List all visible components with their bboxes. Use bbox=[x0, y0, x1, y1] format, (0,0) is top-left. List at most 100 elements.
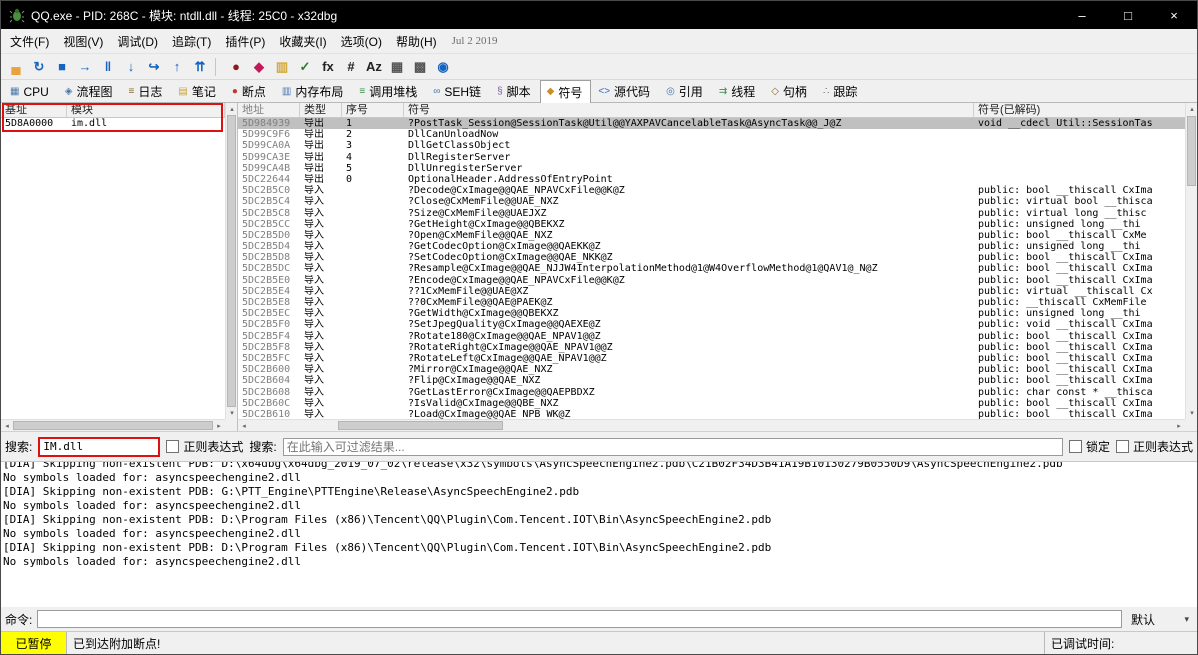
table-row[interactable]: 5D99CA4B 导出 5 DllUnregisterServer bbox=[238, 163, 1185, 174]
restart-button[interactable]: ↻ bbox=[28, 56, 50, 78]
table-row[interactable]: 5DC2B5E8 导入 ??0CxMemFile@@QAE@PAEK@Z pub… bbox=[238, 297, 1185, 308]
column-header-ordinal[interactable]: 序号 bbox=[342, 103, 404, 117]
memory-map-button[interactable]: ▩ bbox=[409, 56, 431, 78]
table-row[interactable]: 5DC2B600 导入 ?Mirror@CxImage@@QAE_NXZ pub… bbox=[238, 364, 1185, 375]
tab-source[interactable]: <> 源代码 bbox=[591, 80, 659, 102]
command-profile-select[interactable]: 默认 ▾ bbox=[1127, 610, 1193, 628]
table-row[interactable]: 5DC2B5C8 导入 ?Size@CxMemFile@@UAEJXZ publ… bbox=[238, 208, 1185, 219]
table-row[interactable]: 5DC2B5C0 导入 ?Decode@CxImage@@QAE_NPAVCxF… bbox=[238, 185, 1185, 196]
scroll-left-icon[interactable]: ◂ bbox=[238, 420, 250, 431]
tab-graph[interactable]: ◈ 流程图 bbox=[58, 80, 122, 102]
scroll-down-icon[interactable]: ▾ bbox=[1186, 407, 1197, 419]
table-row[interactable]: 5DC2B5CC 导入 ?GetHeight@CxImage@@QBEKXZ p… bbox=[238, 219, 1185, 230]
table-row[interactable]: 5DC2B5DC 导入 ?Resample@CxImage@@QAE_NJJW4… bbox=[238, 263, 1185, 274]
table-row[interactable]: 5DC2B5F8 导入 ?RotateRight@CxImage@@QAE_NP… bbox=[238, 342, 1185, 353]
table-row[interactable]: 5DC2B604 导入 ?Flip@CxImage@@QAE_NXZ publi… bbox=[238, 375, 1185, 386]
scroll-up-icon[interactable]: ▴ bbox=[226, 103, 238, 115]
table-row[interactable]: 5DC2B5D4 导入 ?GetCodecOption@CxImage@@QAE… bbox=[238, 241, 1185, 252]
scroll-up-icon[interactable]: ▴ bbox=[1186, 103, 1197, 115]
preferences-appearance-button[interactable]: Az bbox=[363, 56, 385, 78]
minimize-button[interactable]: – bbox=[1059, 1, 1105, 29]
table-row[interactable]: 5DC2B5F4 导入 ?Rotate180@CxImage@@QAE_NPAV… bbox=[238, 331, 1185, 342]
open-file-button[interactable]: ▄ bbox=[5, 56, 27, 78]
maximize-button[interactable]: □ bbox=[1105, 1, 1151, 29]
menu-item[interactable]: 视图(V) bbox=[56, 30, 110, 53]
expression-function-button[interactable]: fx bbox=[317, 56, 339, 78]
column-header-address[interactable]: 地址 bbox=[238, 103, 300, 117]
pause-button[interactable]: ‖ bbox=[97, 56, 119, 78]
favourites-button[interactable]: ✓ bbox=[294, 56, 316, 78]
scroll-left-icon[interactable]: ◂ bbox=[1, 420, 13, 431]
step-into-button[interactable]: ↓ bbox=[120, 56, 142, 78]
modules-vertical-scrollbar[interactable]: ▴ ▾ bbox=[225, 103, 237, 419]
tab-cpu[interactable]: ▦ CPU bbox=[3, 80, 58, 102]
about-button[interactable]: ◉ bbox=[432, 56, 454, 78]
table-row[interactable]: 5DC2B5E4 导入 ??1CxMemFile@@UAE@XZ public:… bbox=[238, 286, 1185, 297]
comments-button[interactable]: ▥ bbox=[271, 56, 293, 78]
patches-button[interactable]: ◆ bbox=[248, 56, 270, 78]
table-row[interactable]: 5DC2B610 导入 ?Load@CxImage@@QAE_NPB_WK@Z … bbox=[238, 409, 1185, 419]
calculator-button[interactable]: ▦ bbox=[386, 56, 408, 78]
module-search-input[interactable] bbox=[40, 439, 158, 455]
lock-checkbox[interactable] bbox=[1069, 440, 1082, 453]
execute-till-return-button[interactable]: ↑ bbox=[166, 56, 188, 78]
menu-item[interactable]: 追踪(T) bbox=[165, 30, 218, 53]
table-row[interactable]: 5DC2B60C 导入 ?IsValid@CxImage@@QBE_NXZ pu… bbox=[238, 398, 1185, 409]
symbols-vertical-scrollbar[interactable]: ▴ ▾ bbox=[1185, 103, 1197, 419]
column-header-symbol[interactable]: 符号 bbox=[404, 103, 974, 117]
menu-item[interactable]: 收藏夹(I) bbox=[272, 30, 333, 53]
scrollbar-thumb[interactable] bbox=[1187, 116, 1196, 186]
column-header-module[interactable]: 模块 bbox=[67, 103, 225, 117]
toolbar-separator[interactable] bbox=[215, 58, 222, 76]
tab-log[interactable]: ≡ 日志 bbox=[122, 80, 172, 102]
menu-item[interactable]: 调试(D) bbox=[110, 30, 165, 53]
table-row[interactable]: 5DC2B5C4 导入 ?Close@CxMemFile@@UAE_NXZ pu… bbox=[238, 196, 1185, 207]
table-row[interactable]: 5DC2B608 导入 ?GetLastError@CxImage@@QAEPB… bbox=[238, 387, 1185, 398]
tab-notes[interactable]: ▤ 笔记 bbox=[171, 80, 224, 102]
scrollbar-thumb[interactable] bbox=[227, 115, 236, 407]
column-header-type[interactable]: 类型 bbox=[300, 103, 342, 117]
run-to-user-code-button[interactable]: ⇈ bbox=[189, 56, 211, 78]
command-input[interactable] bbox=[37, 610, 1122, 628]
tab-references[interactable]: ◎ 引用 bbox=[659, 80, 712, 102]
tab-trace[interactable]: ∴ 跟踪 bbox=[816, 80, 866, 102]
tab-symbols[interactable]: ◆ 符号 bbox=[540, 80, 592, 103]
column-header-decoded[interactable]: 符号(已解码) bbox=[974, 103, 1185, 117]
stop-button[interactable]: ■ bbox=[51, 56, 73, 78]
table-row[interactable]: 5D99CA3E 导出 4 DllRegisterServer bbox=[238, 152, 1185, 163]
menu-item[interactable]: 文件(F) bbox=[3, 30, 56, 53]
table-row[interactable]: 5DC2B5F0 导入 ?SetJpegQuality@CxImage@@QAE… bbox=[238, 319, 1185, 330]
symbol-filter-input[interactable] bbox=[283, 438, 1063, 456]
regex-checkbox-modules[interactable] bbox=[166, 440, 179, 453]
menu-item[interactable]: 选项(O) bbox=[334, 30, 389, 53]
table-row[interactable]: 5DC2B5EC 导入 ?GetWidth@CxImage@@QBEKXZ pu… bbox=[238, 308, 1185, 319]
table-row[interactable]: 5D99C9F6 导出 2 DllCanUnloadNow bbox=[238, 129, 1185, 140]
table-row[interactable]: 5DC2B5E0 导入 ?Encode@CxImage@@QAE_NPAVCxF… bbox=[238, 275, 1185, 286]
module-row[interactable]: 5D8A0000 im.dll bbox=[1, 118, 225, 129]
scrollbar-thumb[interactable] bbox=[13, 421, 213, 430]
tab-threads[interactable]: ⇉ 线程 bbox=[712, 80, 764, 102]
regex-checkbox-filter[interactable] bbox=[1116, 440, 1129, 453]
menu-item[interactable]: 插件(P) bbox=[218, 30, 272, 53]
table-row[interactable]: 5D99CA0A 导出 3 DllGetClassObject bbox=[238, 140, 1185, 151]
table-row[interactable]: 5DC22644 导出 0 OptionalHeader.AddressOfEn… bbox=[238, 174, 1185, 185]
step-over-button[interactable]: ↪ bbox=[143, 56, 165, 78]
run-button[interactable]: → bbox=[74, 56, 96, 78]
table-row[interactable]: 5DC2B5D0 导入 ?Open@CxMemFile@@QAE_NXZ pub… bbox=[238, 230, 1185, 241]
symbols-horizontal-scrollbar[interactable]: ◂ ▸ bbox=[238, 419, 1185, 431]
close-button[interactable]: × bbox=[1151, 1, 1197, 29]
tab-handles[interactable]: ◇ 句柄 bbox=[764, 80, 816, 102]
column-header-base[interactable]: 基址 bbox=[1, 103, 67, 117]
modules-horizontal-scrollbar[interactable]: ◂ ▸ bbox=[1, 419, 225, 431]
scrollbar-thumb[interactable] bbox=[338, 421, 503, 430]
scroll-down-icon[interactable]: ▾ bbox=[226, 407, 238, 419]
table-row[interactable]: 5D984939 导出 1 ?PostTask_Session@SessionT… bbox=[238, 118, 1185, 129]
breakpoints-button[interactable]: ● bbox=[225, 56, 247, 78]
scroll-right-icon[interactable]: ▸ bbox=[1173, 420, 1185, 431]
string-references-button[interactable]: # bbox=[340, 56, 362, 78]
menu-item[interactable]: 帮助(H) bbox=[389, 30, 444, 53]
tab-seh[interactable]: ∞ SEH链 bbox=[426, 80, 490, 102]
tab-breakpoints[interactable]: ● 断点 bbox=[225, 80, 275, 102]
scroll-right-icon[interactable]: ▸ bbox=[213, 420, 225, 431]
tab-memory-map[interactable]: ▥ 内存布局 bbox=[275, 80, 352, 102]
